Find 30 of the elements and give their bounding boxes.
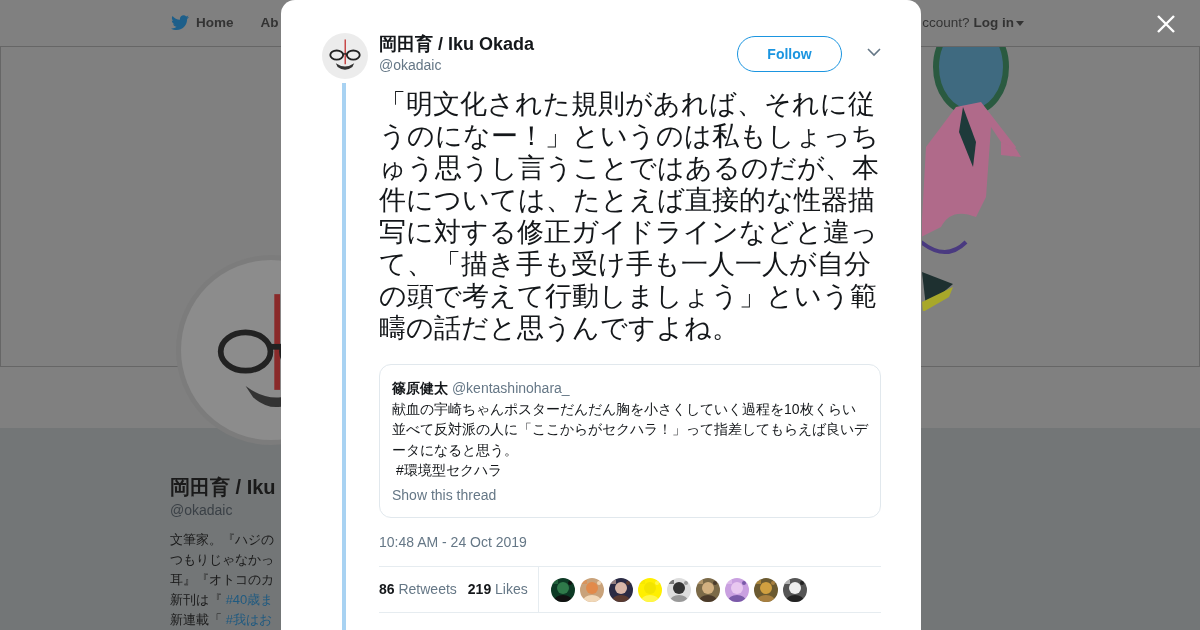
follow-button[interactable]: Follow [737,36,842,72]
show-thread-link[interactable]: Show this thread [392,484,868,505]
author-handle: @okadaic [379,56,443,75]
quote-text: 献血の宇崎ちゃんポスターだんだん胸を小さくしていく過程を10枚くらい並べて反対派の人に「ここからがセクハラ！」って指差してもらえば良いデータになると思う。 [392,399,868,460]
quote-author-name: 篠原健太 [392,380,448,396]
quote-hashtag: #環境型セクハラ [394,461,503,480]
nav-link[interactable]: Home [171,12,234,34]
login-link[interactable]: Log in [973,12,1024,34]
tweet-timestamp: 10:48 AM - 24 Oct 2019 [379,533,528,552]
chevron-icon[interactable] [867,47,881,57]
caret-icon [1016,20,1024,26]
login-prompt: ccount? [922,13,970,32]
stat-count[interactable]: 219 Likes [467,579,528,600]
author-name: 岡田育 / Iku Okada [379,33,535,55]
quoted-tweet[interactable]: 篠原健太 @kentashinohara_ 献血の宇崎ちゃんポスターだんだん胸を小さくしていく過程を10枚くらい並べて反対派の人に「ここからがセクハラ！」って指差してもらえば良いデータになると思う。 #環境型セクハラ Show this thread [379,364,881,518]
hashtag-link[interactable]: #我はお [225,612,272,627]
quote-author-handle: @kentashinohara_ [451,380,570,396]
bio-text: 文筆家。『ハジの [170,531,274,549]
stat-count[interactable]: 86 Retweets [379,579,457,600]
bio-text: 耳』『オトコのカ [170,571,274,589]
profile-handle: @okadaic [170,501,233,520]
bio-text: 新連載「 [170,612,222,627]
nav-link[interactable]: Ab [260,12,279,34]
tweet-text: 「明文化された規則があれば、それに従うのになー！」というのは私もしょっちゅう思うし言うことではあるのだが、本件については、たとえば直接的な性器描写に対する修正ガイドラインなどと違って、「描き手も受け手も一人一人が自分の頭で考えて行動しましょう」という範疇の話だと思うんですよね。 [379,88,880,344]
bio-text: 新刊は『 [170,592,222,607]
hashtag-link[interactable]: #40歳ま [225,592,274,607]
bird-icon [171,15,189,31]
close-icon[interactable] [1156,14,1176,34]
bio-text: つもりじゃなかっ [170,551,274,569]
profile-name: 岡田育 / Iku [170,475,276,500]
